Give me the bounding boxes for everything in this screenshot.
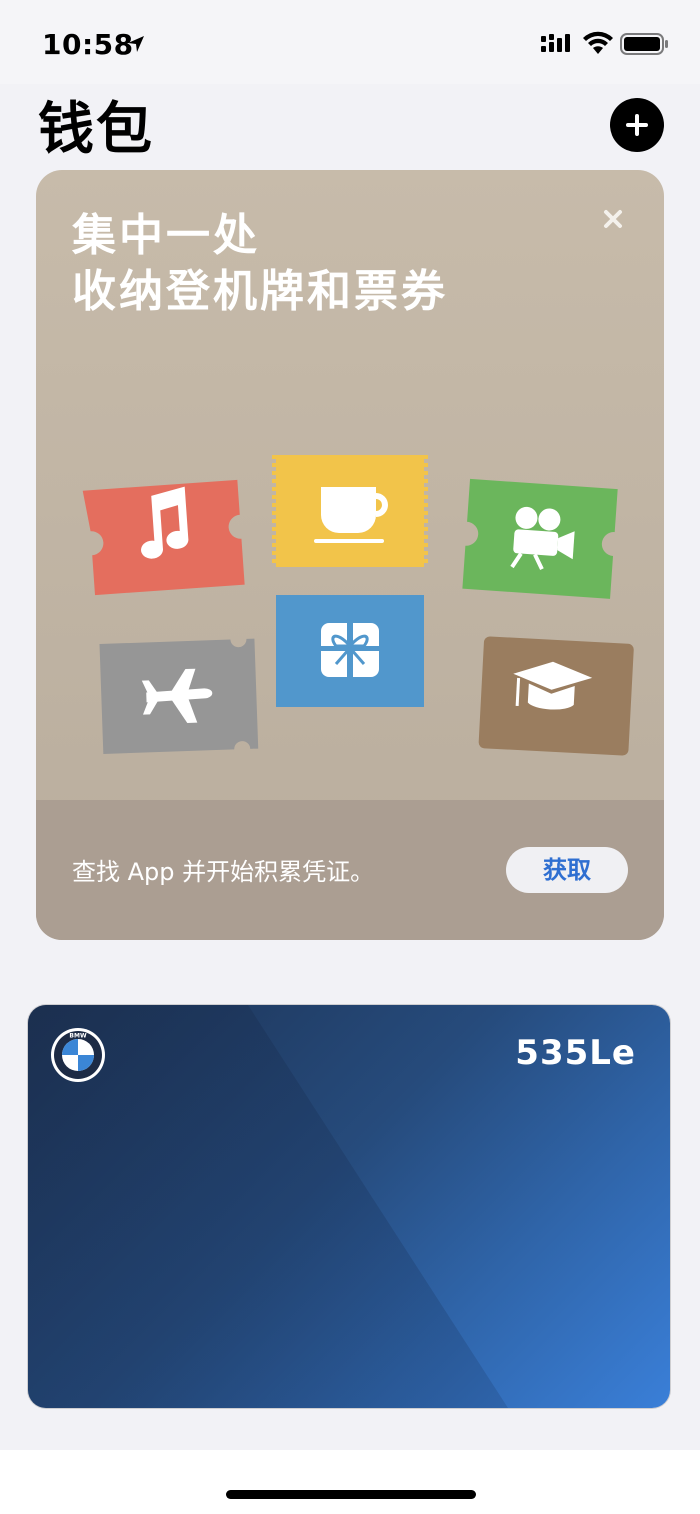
wifi-icon (583, 31, 613, 54)
home-indicator[interactable] (226, 1490, 476, 1499)
passes-illustration (82, 455, 634, 756)
get-button[interactable]: 获取 (506, 847, 628, 893)
education-ticket (478, 636, 634, 756)
promo-title-line-2: 收纳登机牌和票券 (72, 266, 448, 317)
promo-card: 集中一处 收纳登机牌和票券 查找 App 并开始积累凭证。 获取 (36, 170, 664, 940)
promo-footer: 查找 App 并开始积累凭证。 获取 (36, 800, 664, 940)
promo-title: 集中一处 收纳登机牌和票券 (72, 208, 448, 320)
gift-ticket (276, 595, 424, 707)
add-pass-button[interactable] (610, 98, 664, 152)
movie-ticket (462, 478, 618, 599)
bottom-area (0, 1450, 700, 1514)
promo-title-line-1: 集中一处 (72, 210, 260, 261)
promo-description: 查找 App 并开始积累凭证。 (72, 858, 375, 886)
svg-text:BMW: BMW (69, 1033, 87, 1040)
bmw-logo-icon: BMW (51, 1028, 105, 1082)
coffee-ticket (272, 455, 428, 567)
gift-icon (321, 623, 379, 677)
plus-icon (626, 114, 648, 136)
close-icon[interactable] (600, 206, 626, 232)
page-title: 钱包 (38, 97, 154, 162)
status-bar: 10:58 (0, 0, 700, 84)
car-key-card[interactable]: BMW 535Le (28, 1005, 670, 1408)
cellular-signal-icon (541, 34, 570, 52)
status-time: 10:58 (42, 28, 134, 61)
battery-icon (620, 33, 668, 55)
music-ticket (82, 479, 245, 596)
flight-ticket (99, 638, 259, 754)
location-arrow-icon (128, 36, 144, 52)
car-model: 535Le (515, 1033, 636, 1073)
